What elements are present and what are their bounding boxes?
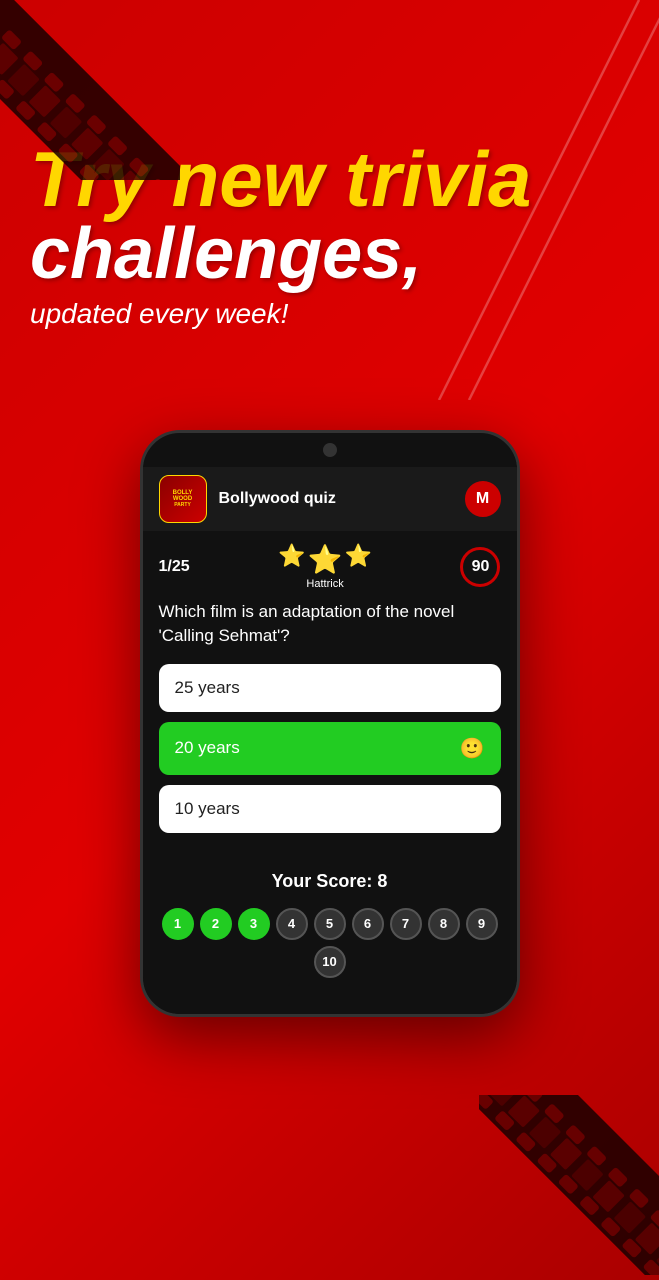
- phone-mockup: BOLLY WOOD PARTY Bollywood quiz M 1/25 ⭐: [140, 430, 520, 1017]
- app-title: Bollywood quiz: [207, 490, 465, 508]
- answer-option-1[interactable]: 25 years: [159, 664, 501, 712]
- star-1: ⭐: [278, 543, 305, 576]
- answer-option-3-text: 10 years: [175, 799, 240, 819]
- app-icon: BOLLY WOOD PARTY: [159, 475, 207, 523]
- filmstrip-bottomright: [479, 1095, 659, 1280]
- phone-body: BOLLY WOOD PARTY Bollywood quiz M 1/25 ⭐: [140, 430, 520, 1017]
- progress-dot-6[interactable]: 6: [352, 908, 384, 940]
- quiz-content: 1/25 ⭐ ⭐ ⭐ Hattrick 90 Which film is an …: [143, 531, 517, 855]
- filmstrip-topleft: [0, 0, 180, 185]
- progress-dot-7[interactable]: 7: [390, 908, 422, 940]
- app-header: BOLLY WOOD PARTY Bollywood quiz M: [143, 467, 517, 531]
- progress-dot-4[interactable]: 4: [276, 908, 308, 940]
- question-number: 1/25: [159, 558, 190, 576]
- progress-dot-5[interactable]: 5: [314, 908, 346, 940]
- star-3: ⭐: [345, 543, 372, 576]
- answer-option-1-text: 25 years: [175, 678, 240, 698]
- progress-dot-8[interactable]: 8: [428, 908, 460, 940]
- star-2-large: ⭐: [308, 543, 343, 576]
- progress-dot-1[interactable]: 1: [162, 908, 194, 940]
- phone-screen: BOLLY WOOD PARTY Bollywood quiz M 1/25 ⭐: [143, 457, 517, 1014]
- timer: 90: [460, 547, 500, 587]
- answer-option-2[interactable]: 20 years 🙂: [159, 722, 501, 775]
- answer-option-2-text: 20 years: [175, 738, 240, 758]
- score-section: Your Score: 8: [143, 855, 517, 900]
- hero-subtitle: updated every week!: [30, 298, 629, 330]
- question-text: Which film is an adaptation of the novel…: [159, 600, 501, 648]
- stars-section: ⭐ ⭐ ⭐ Hattrick: [278, 543, 372, 590]
- answer-option-3[interactable]: 10 years: [159, 785, 501, 833]
- progress-dot-3[interactable]: 3: [238, 908, 270, 940]
- user-avatar: M: [465, 481, 501, 517]
- progress-dot-10[interactable]: 10: [314, 946, 346, 978]
- hero-title-line2: challenges,: [30, 218, 629, 290]
- score-text: Your Score: 8: [159, 871, 501, 892]
- progress-section: 1 2 3 4 5 6 7 8 9 10: [143, 900, 517, 994]
- progress-dot-9[interactable]: 9: [466, 908, 498, 940]
- quiz-meta: 1/25 ⭐ ⭐ ⭐ Hattrick 90: [159, 543, 501, 590]
- progress-dot-2[interactable]: 2: [200, 908, 232, 940]
- stars-label: Hattrick: [306, 578, 343, 590]
- answer-option-2-emoji: 🙂: [460, 736, 485, 761]
- stars-row: ⭐ ⭐ ⭐: [278, 543, 372, 576]
- phone-notch: [323, 443, 337, 457]
